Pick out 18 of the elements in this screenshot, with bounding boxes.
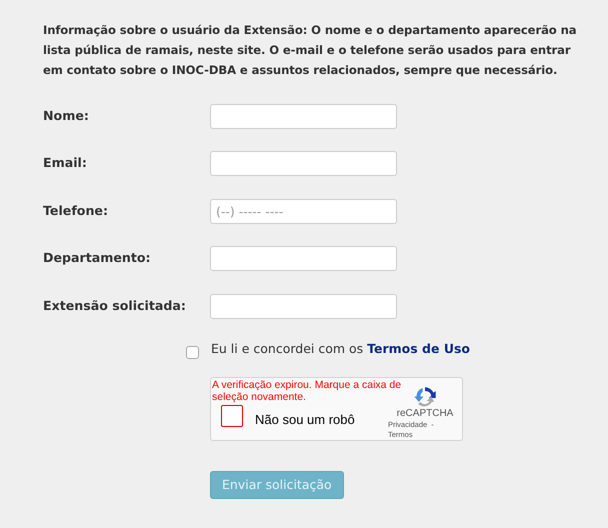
input-field[interactable]	[210, 294, 397, 318]
captcha-checkbox[interactable]	[221, 404, 243, 426]
input-field[interactable]	[210, 246, 397, 271]
intro-text: Informação sobre o usuário da Extensão: O nome e o departamento aparecerão na lista pública de ramais, neste site. O e-mail e o telefone serão usados para entrar em contato sobre o INOC-DBA e assuntos relacionados, sempre que necessário.	[43, 22, 578, 79]
field-label: Nome:	[43, 106, 90, 125]
input-field[interactable]	[210, 151, 397, 176]
input-field[interactable]	[210, 104, 397, 128]
captcha-error-text: A verificação expirou. Marque a caixa de seleção novamente.	[212, 378, 402, 404]
field-label: Departamento:	[43, 249, 152, 268]
field-label: Extensão solicitada:	[43, 296, 187, 315]
field-label: Email:	[43, 154, 88, 172]
field-label: Telefone:	[43, 202, 109, 220]
terms-link[interactable]: Termos de Uso	[367, 340, 470, 356]
captcha-label: Não sou um robô	[255, 410, 355, 428]
recaptcha-brand: reCAPTCHA	[396, 408, 454, 420]
terms-text: Eu li e concordei com os Termos de Uso	[211, 340, 470, 358]
checkbox[interactable]	[186, 346, 199, 358]
input-field[interactable]: (--) ----- ----	[210, 198, 397, 224]
